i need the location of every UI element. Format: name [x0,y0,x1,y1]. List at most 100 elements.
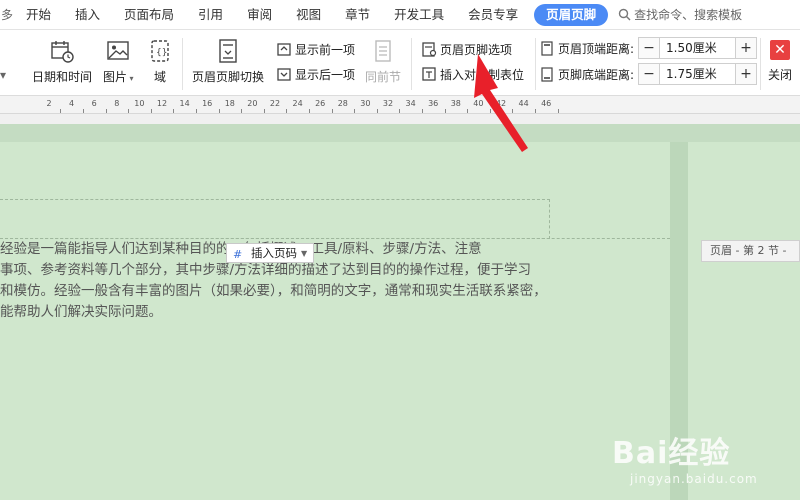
tab-member[interactable]: 会员专享 [456,0,530,30]
header-top-distance-value[interactable]: 1.50厘米 [660,37,736,59]
ruler-tick-mark [444,109,446,113]
same-as-previous-button[interactable]: 同前节 [365,38,401,85]
ruler-tick-label: 26 [315,99,326,108]
tab-insert[interactable]: 插入 [63,0,112,30]
tab-start[interactable]: 开始 [14,0,63,30]
ruler-tick-mark [195,109,197,113]
insert-page-number-label: 插入页码 [251,246,297,260]
field-button[interactable]: {} 域 [150,38,170,85]
show-previous-label: 显示前一项 [295,42,356,57]
picture-icon [107,41,129,60]
ruler-tick-label: 6 [91,99,97,108]
date-time-label: 日期和时间 [32,70,93,84]
date-time-button[interactable]: 日期和时间 [32,38,92,85]
horizontal-ruler[interactable]: 2 4 6 8 10 12 14 16 18 20 22 24 26 28 30 32 34 36 38 40 42 44… [0,96,800,114]
header-footer-switch-button[interactable]: 页眉页脚切换 [192,38,264,85]
close-icon: ✕ [770,40,790,60]
ruler-tick-label: 2 [46,99,52,108]
ribbon-separator [760,38,761,90]
same-as-previous-icon [375,40,391,62]
text-line: 事项、参考资料等几个部分，其中步骤/方法详细的描述了达到目的的操作过程，便于学习 [0,262,532,278]
ruler-tick-mark [82,109,84,113]
show-previous-icon [277,43,291,56]
show-next-label: 显示后一项 [295,67,356,82]
ruler-tick-label: 10 [134,99,145,108]
command-search[interactable]: 查找命令、搜索模板 [618,6,742,23]
ruler-tick-mark [150,109,152,113]
header-top-decrease-button[interactable]: − [638,37,661,59]
align-tab-icon [422,67,436,81]
ribbon-separator [411,38,412,90]
field-icon: {} [151,40,169,62]
footer-bottom-increase-button[interactable]: + [735,63,758,85]
footer-distance-icon [541,67,553,82]
ruler-tick-mark [286,109,288,113]
show-next-icon [277,68,291,81]
menu-bar: 多 开始 插入 页面布局 引用 审阅 视图 章节 开发工具 会员专享 页眉页脚 … [0,0,800,30]
picture-label: 图片 [103,70,128,84]
ruler-tick-label: 32 [382,99,394,108]
header-distance-icon [541,41,553,56]
footer-bottom-distance-label: 页脚底端距离: [558,67,635,82]
tab-references[interactable]: 引用 [186,0,235,30]
ruler-tick-label: 34 [405,99,416,108]
footer-bottom-distance-stepper[interactable]: 页脚底端距离: − 1.75厘米 + [540,63,758,85]
baidu-watermark: Bai经验 jingyan.baidu.com [612,428,758,486]
tab-review[interactable]: 审阅 [235,0,284,30]
svg-text:{}: {} [156,48,167,58]
tab-developer[interactable]: 开发工具 [382,0,456,30]
header-region[interactable] [0,199,550,239]
ruler-tick-label: 4 [69,99,75,108]
ruler-tick-mark [105,109,107,113]
ruler-tick-label: 22 [269,99,281,108]
tab-header-footer[interactable]: 页眉页脚 [534,3,609,26]
ruler-tick-mark [557,109,559,113]
ruler-margin-strip [0,114,800,124]
page-number-icon: # [233,248,242,260]
ruler-tick-label: 46 [541,99,552,108]
ruler-tick-label: 24 [292,99,303,108]
show-previous-button[interactable]: 显示前一项 [276,39,355,59]
tab-page-layout[interactable]: 页面布局 [112,0,186,30]
ruler-tick-label: 16 [202,99,213,108]
chevron-down-icon: ▼ [301,248,308,258]
show-next-button[interactable]: 显示后一项 [276,64,355,84]
ruler-tick-label: 36 [428,99,439,108]
ruler-tick-mark [376,109,378,113]
footer-bottom-decrease-button[interactable]: − [638,63,661,85]
ribbon-left-dropdown-arrow[interactable]: ▾ [0,68,6,82]
header-top-distance-label-group: 页眉顶端距离: [540,40,634,57]
ruler-tick-mark [308,109,310,113]
insert-page-number-button[interactable]: # 插入页码 ▼ [226,243,315,263]
ruler-tick-label: 12 [156,99,168,108]
calendar-clock-icon [51,41,74,63]
footer-bottom-distance-label-group: 页脚底端距离: [540,66,634,83]
field-label: 域 [153,70,166,84]
ruler-tick-mark [354,109,356,113]
ruler-tick-label: 18 [224,99,235,108]
ruler-tick-mark [399,109,401,113]
close-header-footer-button[interactable]: ✕ 关闭 [768,40,792,83]
ribbon-separator [182,38,183,90]
text-line: 能帮助人们解决实际问题。 [0,304,162,320]
page-settings-icon [422,42,437,57]
header-top-distance-label: 页眉顶端距离: [558,41,635,56]
ruler-tick-mark [173,109,175,113]
page-top-shade [0,124,800,142]
ruler-tick-mark [331,109,333,113]
ruler-tick-label: 28 [337,99,348,108]
annotation-arrow-icon [474,54,528,152]
menu-left-edge: 多 [0,8,13,22]
header-top-increase-button[interactable]: + [735,37,758,59]
header-top-distance-stepper[interactable]: 页眉顶端距离: − 1.50厘米 + [540,37,758,59]
text-line: 和模仿。经验一般含有丰富的图片（如果必要），和简明的文字，通常和现实生活联系紧密… [0,283,547,299]
footer-bottom-distance-value[interactable]: 1.75厘米 [660,63,736,85]
header-section-tag: 页眉 - 第 2 节 - [701,240,800,262]
tab-section[interactable]: 章节 [333,0,382,30]
ruler-tick-mark [421,109,423,113]
search-placeholder: 查找命令、搜索模板 [634,8,743,22]
tab-view[interactable]: 视图 [284,0,333,30]
ribbon-toolbar: ▾ 日期和时间 图片 ▾ {} 域 页眉页脚切换 显示前一项 显示后一项 同前节… [0,30,800,96]
picture-button[interactable]: 图片 ▾ [103,38,134,85]
svg-text:#: # [233,248,242,260]
